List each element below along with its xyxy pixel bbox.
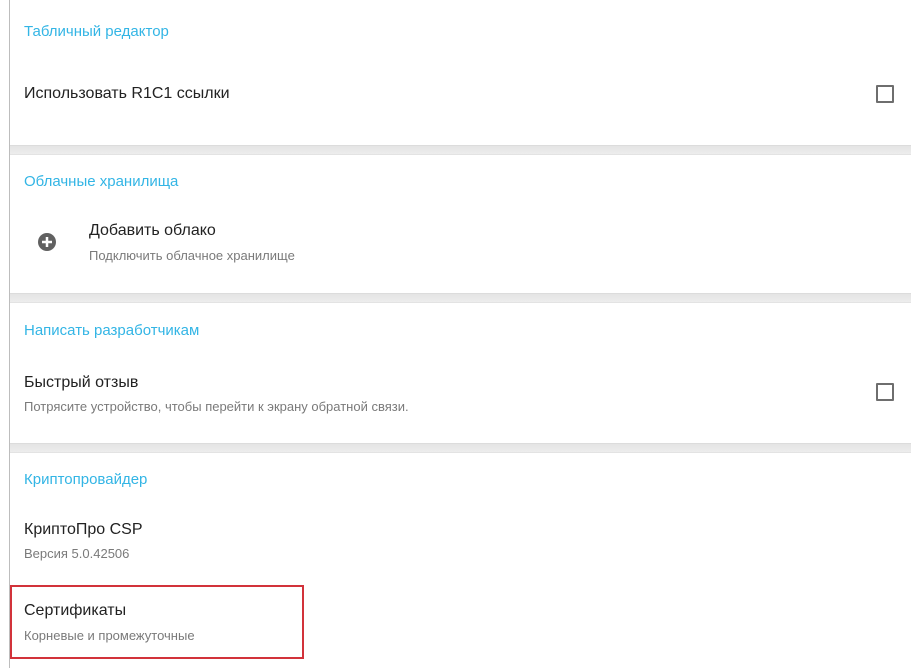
add-cloud-row[interactable]: Добавить облако Подключить облачное хран… (10, 210, 911, 280)
quick-feedback-description: Потрясите устройство, чтобы перейти к эк… (24, 399, 409, 414)
section-title-cloud: Облачные хранилища (24, 173, 179, 190)
quick-feedback-row[interactable]: Быстрый отзыв Потрясите устройство, чтоб… (10, 358, 911, 430)
settings-page: Табличный редактор Использовать R1C1 ссы… (0, 0, 911, 668)
section-divider (10, 145, 911, 155)
r1c1-setting-label: Использовать R1C1 ссылки (24, 85, 230, 102)
r1c1-setting-row[interactable]: Использовать R1C1 ссылки (10, 62, 911, 128)
spreadsheet-section: Табличный редактор Использовать R1C1 ссы… (10, 0, 911, 145)
section-divider (10, 293, 911, 303)
certificates-description: Корневые и промежуточные (24, 628, 195, 643)
cryptopro-label: КриптоПро CSP (24, 521, 143, 538)
quick-feedback-checkbox[interactable] (876, 383, 894, 401)
section-divider (10, 443, 911, 453)
r1c1-checkbox[interactable] (876, 85, 894, 103)
certificates-row[interactable]: Сертификаты Корневые и промежуточные (10, 587, 911, 661)
cloud-section: Облачные хранилища Добавить облако Подкл… (10, 155, 911, 293)
quick-feedback-label: Быстрый отзыв (24, 374, 139, 391)
cryptopro-row[interactable]: КриптоПро CSP Версия 5.0.42506 (10, 505, 911, 577)
developers-section: Написать разработчикам Быстрый отзыв Пот… (10, 303, 911, 443)
add-cloud-label: Добавить облако (89, 222, 216, 239)
crypto-section: Криптопровайдер КриптоПро CSP Версия 5.0… (10, 453, 911, 668)
section-title-crypto: Криптопровайдер (24, 471, 148, 488)
section-title-spreadsheet: Табличный редактор (24, 23, 169, 40)
cryptopro-version: Версия 5.0.42506 (24, 546, 130, 561)
plus-circle-icon (38, 233, 56, 251)
section-title-developers: Написать разработчикам (24, 322, 200, 339)
certificates-label: Сертификаты (24, 602, 127, 619)
add-cloud-description: Подключить облачное хранилище (89, 248, 295, 263)
